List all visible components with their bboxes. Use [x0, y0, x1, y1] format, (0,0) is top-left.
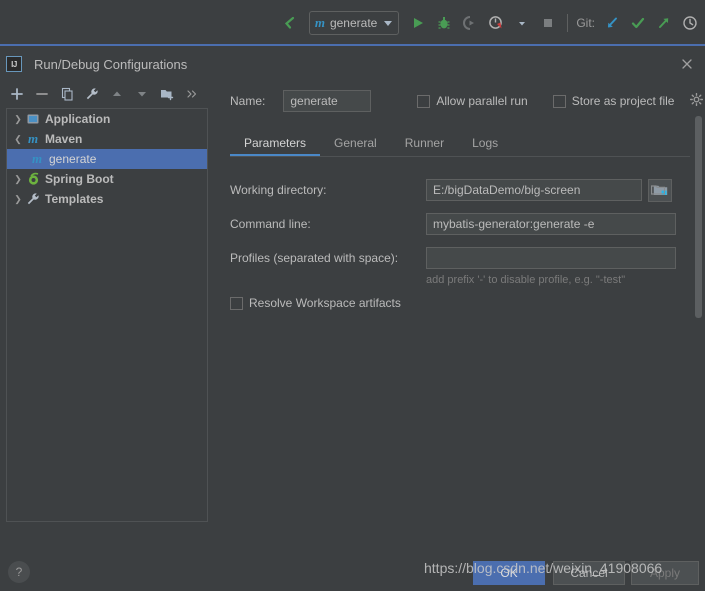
tree-item-label: Application [45, 112, 111, 126]
tab-logs[interactable]: Logs [458, 136, 512, 156]
tree-item-label: Templates [45, 192, 104, 206]
maven-icon: m [31, 151, 43, 166]
arrow-up-icon[interactable] [106, 83, 128, 105]
tree-item-generate[interactable]: m generate [7, 149, 207, 169]
parameters-tab-content: Working directory: E:/bigDataDemo/big-sc… [214, 170, 705, 555]
chevron-down-icon[interactable]: ❮ [11, 132, 25, 146]
tree-item-maven[interactable]: ❮ m Maven [7, 129, 207, 149]
command-line-label: Command line: [230, 217, 311, 231]
configurations-left-pane: ❯ Application ❮ m Maven m generate ❯ Spr… [0, 80, 214, 555]
help-button[interactable]: ? [8, 561, 30, 583]
run-coverage-icon[interactable] [458, 11, 482, 35]
folder-icon[interactable] [650, 183, 666, 197]
dialog-footer: ? OK Cancel Apply [0, 555, 705, 591]
tab-parameters[interactable]: Parameters [230, 136, 321, 156]
tab-runner[interactable]: Runner [391, 136, 458, 156]
allow-parallel-run-label: Allow parallel run [436, 94, 528, 108]
back-arrow-icon[interactable] [278, 11, 302, 35]
wrench-icon [25, 191, 41, 207]
allow-parallel-run-checkbox[interactable]: Allow parallel run [417, 94, 528, 108]
tabs-underline [230, 156, 690, 157]
store-as-project-file-label: Store as project file [571, 94, 675, 108]
checkbox-box[interactable] [552, 94, 566, 108]
chevron-right-icon[interactable]: ❯ [11, 172, 25, 186]
resolve-workspace-artifacts-checkbox[interactable]: Resolve Workspace artifacts [230, 296, 401, 310]
new-folder-icon[interactable] [156, 83, 178, 105]
maven-icon: m [27, 131, 39, 146]
profiles-label: Profiles (separated with space): [230, 251, 399, 265]
tree-item-label: Spring Boot [45, 172, 114, 186]
minus-icon[interactable] [31, 83, 53, 105]
editor-tabs: Parameters General Runner Logs [230, 130, 690, 156]
git-push-arrow-icon[interactable] [652, 11, 676, 35]
profiles-row: Profiles (separated with space): [230, 246, 690, 270]
git-commit-check-icon[interactable] [626, 11, 650, 35]
ok-button[interactable]: OK [473, 561, 545, 585]
close-icon[interactable] [677, 54, 697, 74]
application-icon [25, 111, 41, 127]
chevron-down-icon[interactable] [384, 20, 393, 26]
tree-item-templates[interactable]: ❯ Templates [7, 189, 207, 209]
name-label: Name: [230, 94, 266, 108]
configurations-tree[interactable]: ❯ Application ❮ m Maven m generate ❯ Spr… [6, 108, 208, 522]
name-input[interactable] [283, 90, 372, 112]
working-directory-label: Working directory: [230, 183, 327, 197]
profiles-input[interactable] [426, 247, 676, 269]
working-directory-row: Working directory: [230, 178, 690, 202]
gear-icon[interactable] [689, 92, 703, 106]
dialog-title: Run/Debug Configurations [34, 56, 188, 72]
working-directory-input[interactable] [426, 179, 642, 201]
run-play-icon[interactable] [406, 11, 430, 35]
dialog-titlebar: IJ Run/Debug Configurations [0, 48, 705, 80]
run-debug-configurations-dialog: IJ Run/Debug Configurations ❯ Applicatio… [0, 48, 705, 591]
arrow-down-icon[interactable] [131, 83, 153, 105]
checkbox-box[interactable] [230, 296, 243, 310]
resolve-workspace-artifacts-label: Resolve Workspace artifacts [249, 296, 401, 310]
git-history-clock-icon[interactable] [678, 11, 702, 35]
ide-main-toolbar: m generate Git: [0, 0, 705, 46]
git-update-arrow-icon[interactable] [600, 11, 624, 35]
tree-item-label: generate [49, 152, 97, 166]
copy-icon[interactable] [56, 83, 78, 105]
tree-item-spring-boot[interactable]: ❯ Spring Boot [7, 169, 207, 189]
stop-square-icon[interactable] [536, 11, 560, 35]
chevron-right-icon[interactable]: ❯ [11, 192, 25, 206]
maven-icon: m [314, 15, 325, 30]
profiles-hint: add prefix '-' to disable profile, e.g. … [426, 274, 626, 286]
spring-boot-icon [25, 171, 41, 187]
profiler-dropdown-chevron-down-icon[interactable] [510, 11, 534, 35]
configuration-editor-pane: Name: Allow parallel run Store as projec… [214, 80, 705, 555]
command-line-input[interactable] [426, 213, 676, 235]
toolbar-divider [567, 14, 569, 32]
editor-scrollbar-thumb[interactable] [695, 116, 702, 318]
run-configuration-selector[interactable]: m generate [308, 11, 400, 35]
debug-bug-icon[interactable] [432, 11, 456, 35]
tab-general[interactable]: General [320, 136, 391, 156]
tree-toolbar [0, 80, 214, 108]
intellij-idea-logo-icon: IJ [6, 56, 22, 72]
command-line-row: Command line: [230, 212, 690, 236]
wrench-icon[interactable] [81, 83, 103, 105]
git-label: Git: [576, 16, 595, 30]
store-as-project-file-checkbox[interactable]: Store as project file [552, 94, 675, 108]
chevron-right-icon[interactable]: ❯ [11, 112, 25, 126]
name-row: Name: Allow parallel run Store as projec… [230, 88, 705, 114]
chevron-double-right-icon[interactable] [181, 83, 203, 105]
dialog-body: ❯ Application ❮ m Maven m generate ❯ Spr… [0, 80, 705, 555]
tree-item-application[interactable]: ❯ Application [7, 109, 207, 129]
plus-icon[interactable] [6, 83, 28, 105]
profiler-icon[interactable] [484, 11, 508, 35]
checkbox-box[interactable] [417, 94, 431, 108]
run-configuration-name: generate [329, 16, 378, 30]
cancel-button[interactable]: Cancel [553, 561, 625, 585]
apply-button[interactable]: Apply [631, 561, 699, 585]
tree-item-label: Maven [45, 132, 83, 146]
